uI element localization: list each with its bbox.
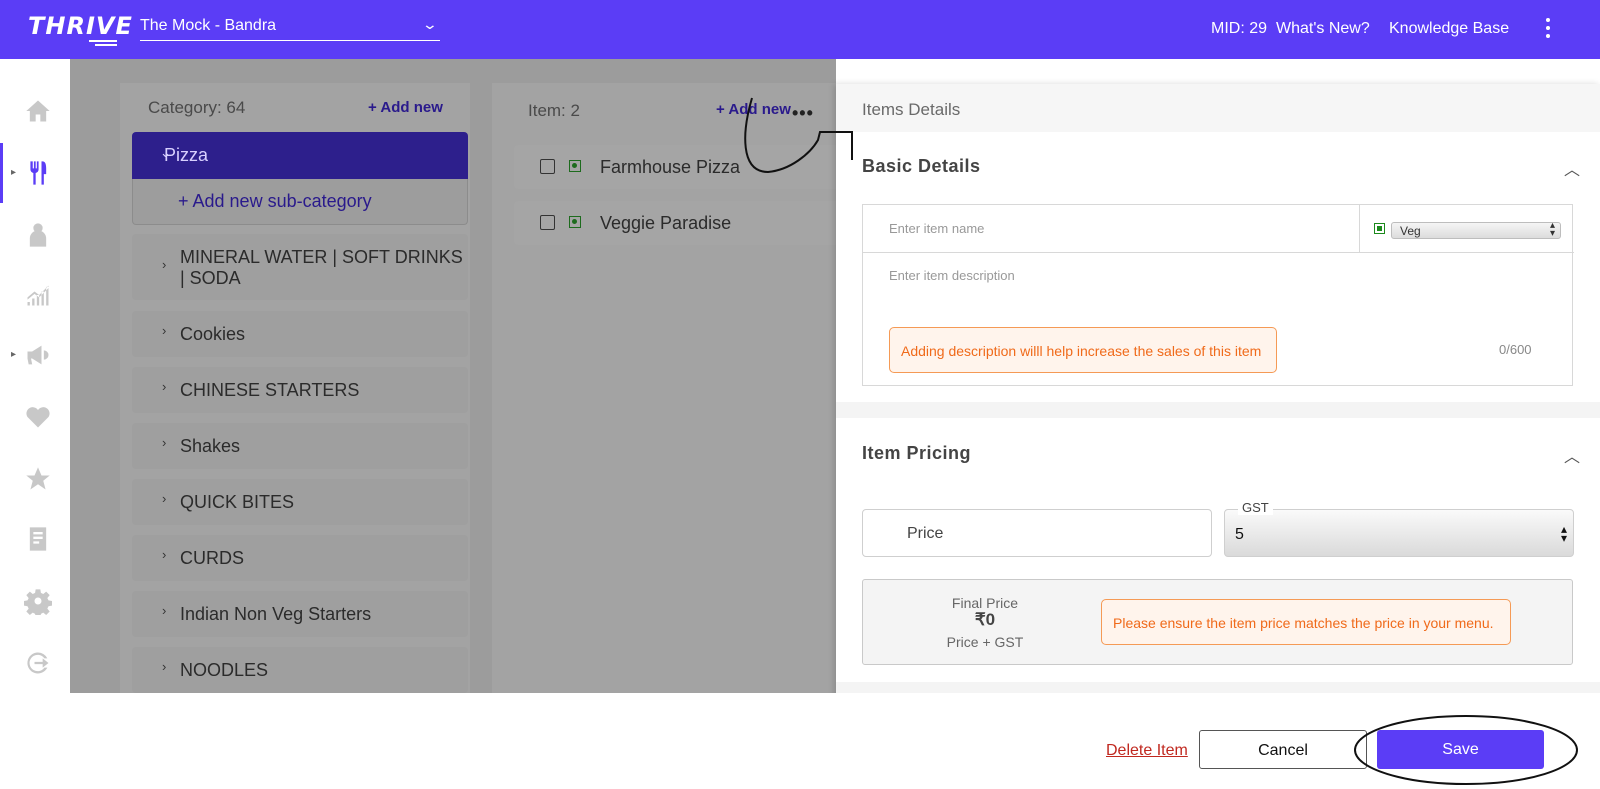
logo-underline <box>95 44 117 46</box>
outlet-name: The Mock - Bandra <box>140 17 277 34</box>
food-type-cell: Veg ▴ ▾ <box>1360 205 1574 253</box>
more-menu-icon[interactable] <box>1546 18 1552 42</box>
item-count: Item: 2 <box>528 101 580 120</box>
thrive-logo[interactable]: THRIVE <box>28 12 133 40</box>
menu-overlay-area: Category: 64 + Add new ⌄ Pizza + Add new… <box>70 59 836 693</box>
category-label: QUICK BITES <box>180 492 295 512</box>
food-type-value: Veg <box>1400 224 1421 238</box>
home-icon[interactable] <box>24 97 52 125</box>
veg-indicator-icon <box>569 160 581 172</box>
description-hint: Adding description willl help increase t… <box>889 327 1277 373</box>
item-description-input[interactable]: Enter item description <box>889 268 1015 283</box>
chevron-right-icon: › <box>162 659 167 674</box>
chevron-down-icon: ⌄ <box>160 145 171 160</box>
category-count: Category: 64 <box>148 98 246 117</box>
category-label: Indian Non Veg Starters <box>180 604 372 624</box>
add-category-button[interactable]: + Add new <box>368 99 443 116</box>
category-item[interactable]: › Cookies <box>132 311 468 357</box>
description-char-count: 0/600 <box>1499 342 1532 357</box>
gst-label: GST <box>1238 500 1273 515</box>
item-checkbox[interactable] <box>540 215 555 230</box>
whats-new-link[interactable]: What's New? <box>1276 20 1370 38</box>
cancel-button[interactable]: Cancel <box>1199 730 1367 769</box>
price-input[interactable]: Price <box>862 509 1212 557</box>
logo-underline <box>89 40 117 42</box>
caret-right-icon: ▸ <box>11 349 17 360</box>
category-item[interactable]: › NOODLES <box>132 647 468 693</box>
more-options-icon[interactable]: ••• <box>792 103 814 124</box>
chevron-up-icon[interactable]: ︿ <box>1564 443 1580 467</box>
item-name: Veggie Paradise <box>600 213 732 233</box>
side-nav: ▸ ▸ <box>0 59 70 789</box>
knowledge-base-link[interactable]: Knowledge Base <box>1389 20 1509 38</box>
chevron-down-icon: ⌄ <box>421 16 439 32</box>
chevron-right-icon: › <box>162 435 167 450</box>
final-price-caption: Price + GST <box>946 634 1024 650</box>
category-label: Shakes <box>180 436 241 456</box>
select-arrows-icon: ▴ ▾ <box>1549 220 1555 239</box>
merchant-id: MID: 29 <box>1211 20 1268 37</box>
category-label: CHINESE STARTERS <box>180 380 360 400</box>
caret-right-icon: ▸ <box>11 167 17 178</box>
analytics-icon[interactable] <box>24 281 52 309</box>
category-item-pizza[interactable]: ⌄ Pizza <box>132 132 468 179</box>
add-item-button[interactable]: + Add new <box>716 101 791 118</box>
food-type-select[interactable]: Veg ▴ ▾ <box>1391 220 1561 239</box>
basic-details-title[interactable]: Basic Details <box>862 156 981 177</box>
drawer-title: Items Details <box>862 100 961 119</box>
chevron-right-icon: › <box>162 323 167 338</box>
chevron-right-icon: › <box>162 379 167 394</box>
chevron-right-icon: › <box>162 491 167 506</box>
chevron-right-icon: › <box>162 257 167 272</box>
megaphone-icon[interactable] <box>24 341 52 369</box>
star-icon[interactable] <box>24 465 52 493</box>
price-hint: Please ensure the item price matches the… <box>1101 599 1511 645</box>
category-item[interactable]: › Indian Non Veg Starters <box>132 591 468 637</box>
nav-active-indicator <box>0 143 3 203</box>
gst-value: 5 <box>1235 526 1244 543</box>
category-label: Cookies <box>180 324 246 344</box>
final-price-label: Final Price <box>951 595 1019 611</box>
select-arrows-icon: ▴ ▾ <box>1560 522 1567 545</box>
category-item[interactable]: › CHINESE STARTERS <box>132 367 468 413</box>
item-row[interactable]: Veggie Paradise <box>514 201 836 245</box>
drawer-header: Items Details <box>836 84 1600 132</box>
report-icon[interactable] <box>24 525 52 553</box>
gear-icon[interactable] <box>24 587 52 618</box>
section-divider <box>836 402 1600 418</box>
veg-indicator-icon <box>1374 223 1385 234</box>
save-button[interactable]: Save <box>1377 730 1544 769</box>
item-name: Farmhouse Pizza <box>600 157 741 177</box>
category-item[interactable]: › Shakes <box>132 423 468 469</box>
category-label: CURDS <box>180 548 245 568</box>
basic-details-box: Enter item name Veg ▴ ▾ Enter item descri… <box>862 204 1574 386</box>
final-price-box: Final Price ₹0 Price + GST Please ensure… <box>862 579 1573 665</box>
logout-icon[interactable] <box>24 649 52 677</box>
heart-icon[interactable] <box>24 403 52 431</box>
item-checkbox[interactable] <box>540 159 555 174</box>
item-details-drawer: Items Details Basic Details ︿ Enter item… <box>836 84 1600 789</box>
category-item[interactable]: › CURDS <box>132 535 468 581</box>
final-price-value: ₹0 <box>974 610 996 629</box>
add-subcategory-button[interactable]: + Add new sub-category <box>132 179 468 225</box>
category-item[interactable]: › MINERAL WATER | SOFT DRINKS | SODA <box>132 234 468 300</box>
item-row[interactable]: Farmhouse Pizza <box>514 145 836 189</box>
menu-fork-knife-icon[interactable] <box>24 159 52 187</box>
veg-indicator-icon <box>569 216 581 228</box>
customer-icon[interactable] <box>24 221 52 249</box>
gst-select[interactable]: 5 ▴ ▾ <box>1224 509 1574 557</box>
chevron-right-icon: › <box>162 547 167 562</box>
category-label: NOODLES <box>180 660 269 680</box>
chevron-up-icon[interactable]: ︿ <box>1564 156 1580 180</box>
delete-item-link[interactable]: Delete Item <box>1106 742 1188 760</box>
category-label: MINERAL WATER | SOFT DRINKS | SODA <box>180 247 463 288</box>
item-pricing-title[interactable]: Item Pricing <box>862 443 971 464</box>
chevron-right-icon: › <box>162 603 167 618</box>
top-bar: THRIVE The Mock - Bandra ⌄ MID: 29 What'… <box>0 0 1600 59</box>
outlet-selector[interactable]: The Mock - Bandra ⌄ <box>140 14 440 41</box>
item-name-input[interactable]: Enter item name <box>863 205 1360 253</box>
category-item[interactable]: › QUICK BITES <box>132 479 468 525</box>
